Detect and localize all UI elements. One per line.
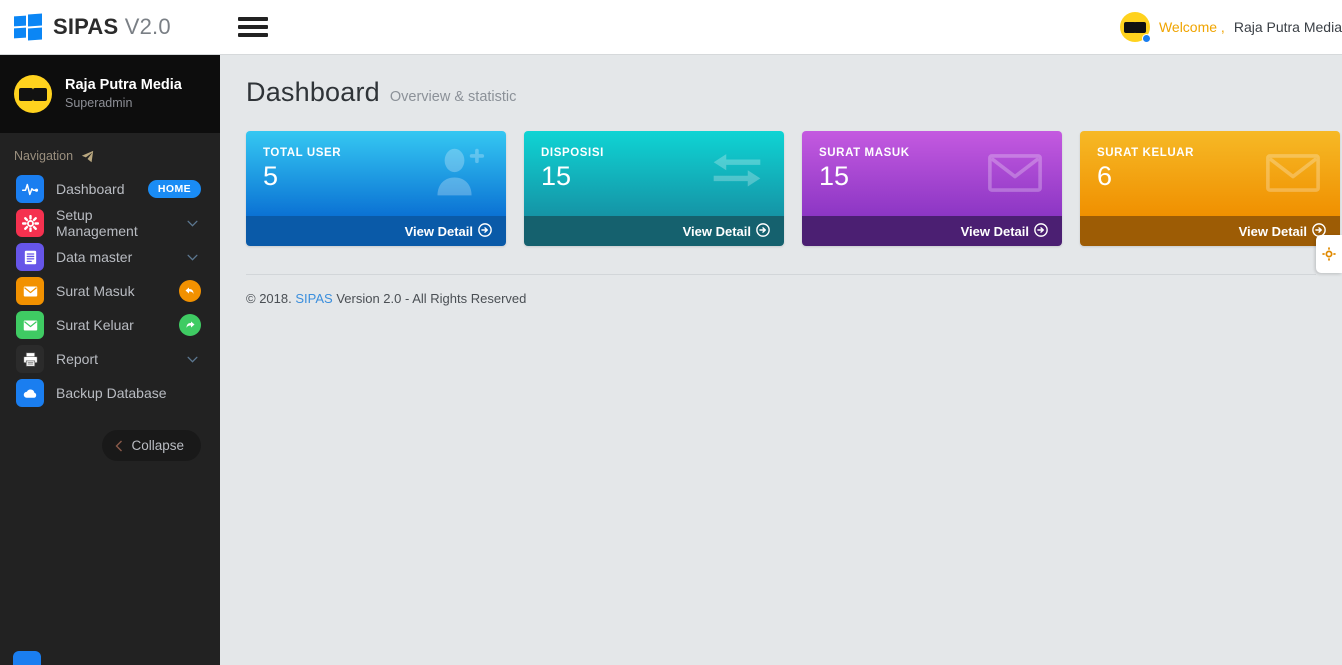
stat-cards-row: TOTAL USER 5 View Detail DISPOSISI 15 Vi…: [220, 108, 1342, 246]
sidebar-item-report[interactable]: Report: [0, 342, 220, 376]
chevron-down-icon: [187, 356, 198, 363]
stat-card-view-detail-button[interactable]: View Detail: [524, 216, 784, 246]
welcome-area[interactable]: Welcome , Raja Putra Media: [1119, 0, 1342, 55]
footer-copyright: © 2018.: [246, 291, 292, 306]
stat-card-link-label: View Detail: [682, 223, 751, 239]
profile-role: Superadmin: [65, 96, 133, 111]
sidebar-item-label: Report: [56, 351, 99, 367]
collapse-button[interactable]: Collapse: [102, 430, 201, 461]
stat-card-view-detail-button[interactable]: View Detail: [246, 216, 506, 246]
sidebar-item-label: Dashboard: [56, 181, 125, 197]
windows-logo-icon: [14, 13, 42, 41]
arrow-circle-right-icon: [756, 222, 770, 240]
brand-name: SIPAS: [53, 14, 119, 39]
welcome-label: Welcome ,: [1158, 19, 1225, 35]
settings-gear-icon[interactable]: [1316, 235, 1342, 273]
stat-card-view-detail-button[interactable]: View Detail: [1080, 216, 1340, 246]
stat-card-link-label: View Detail: [1238, 223, 1307, 239]
stat-card-body: DISPOSISI 15: [524, 131, 784, 216]
stat-card-body: TOTAL USER 5: [246, 131, 506, 216]
page-header: Dashboard Overview & statistic: [220, 55, 1342, 108]
sidebar-item-data-master[interactable]: Data master: [0, 240, 220, 274]
avatar: [1119, 12, 1151, 43]
envelope-icon: [1264, 147, 1322, 199]
footer-link[interactable]: SIPAS: [295, 291, 332, 306]
collapse-area: Collapse: [0, 410, 220, 461]
sidebar-nav-list: Dashboard HOME Setup Management Data master…: [0, 172, 220, 410]
sidebar-item-label: Surat Keluar: [56, 317, 134, 333]
sidebar-item-setup-management[interactable]: Setup Management: [0, 206, 220, 240]
sidebar-item-surat-masuk[interactable]: Surat Masuk: [0, 274, 220, 308]
stat-card-surat-masuk[interactable]: SURAT MASUK 15 View Detail: [802, 131, 1062, 246]
page-footer: © 2018. SIPAS Version 2.0 - All Rights R…: [220, 275, 1342, 306]
sidebar: Raja Putra Media Superadmin Navigation D…: [0, 55, 220, 665]
brand-version: V2.0: [124, 14, 171, 39]
cloud-icon[interactable]: [13, 651, 41, 665]
arrow-circle-right-icon: [478, 222, 492, 240]
chevron-down-icon: [187, 220, 198, 227]
brand-title: SIPAS V2.0: [53, 14, 171, 40]
stat-card-body: SURAT MASUK 15: [802, 131, 1062, 216]
stat-card-link-label: View Detail: [404, 223, 473, 239]
sidebar-item-label: Surat Masuk: [56, 283, 135, 299]
stat-card-link-label: View Detail: [960, 223, 1029, 239]
top-header-bar: SIPAS V2.0 Welcome , Raja Putra Media: [0, 0, 1342, 55]
pulse-icon: [16, 175, 44, 203]
arrow-circle-right-icon: [1034, 222, 1048, 240]
sidebar-item-label: Data master: [56, 249, 133, 265]
cloud-icon: [16, 379, 44, 407]
sidebar-item-surat-keluar[interactable]: Surat Keluar: [0, 308, 220, 342]
sidebar-item-label: Backup Database: [56, 385, 167, 401]
navigation-heading-label: Navigation: [14, 149, 74, 163]
profile-name: Raja Putra Media: [65, 76, 182, 93]
collapse-label: Collapse: [131, 438, 184, 453]
avatar: [14, 75, 52, 113]
page-subtitle: Overview & statistic: [389, 89, 517, 105]
sidebar-profile[interactable]: Raja Putra Media Superadmin: [0, 55, 220, 133]
main-content: Dashboard Overview & statistic TOTAL USE…: [220, 55, 1342, 665]
navigation-heading: Navigation: [0, 133, 220, 172]
envelope-icon: [986, 147, 1044, 199]
sidebar-item-dashboard[interactable]: Dashboard HOME: [0, 172, 220, 206]
paper-plane-icon: [81, 150, 94, 162]
gear-icon: [16, 209, 44, 237]
forward-arrow-icon: [179, 314, 201, 336]
envelope-icon: [16, 277, 44, 305]
user-add-icon: [430, 147, 488, 199]
stat-card-total-user[interactable]: TOTAL USER 5 View Detail: [246, 131, 506, 246]
envelope-icon: [16, 311, 44, 339]
sidebar-item-badge: HOME: [147, 180, 201, 198]
footer-rest: Version 2.0 - All Rights Reserved: [336, 291, 527, 306]
sidebar-item-backup-database[interactable]: Backup Database: [0, 376, 220, 410]
sidebar-item-label: Setup Management: [56, 207, 138, 239]
stat-card-view-detail-button[interactable]: View Detail: [802, 216, 1062, 246]
page-title: Dashboard: [246, 77, 380, 107]
chevron-left-icon: [115, 440, 123, 451]
brand-logo-area[interactable]: SIPAS V2.0: [0, 0, 220, 55]
stat-card-surat-keluar[interactable]: SURAT KELUAR 6 View Detail: [1080, 131, 1340, 246]
stat-card-disposisi[interactable]: DISPOSISI 15 View Detail: [524, 131, 784, 246]
gear-glyph: [1322, 247, 1336, 261]
exchange-arrows-icon: [708, 147, 766, 199]
printer-icon: [16, 345, 44, 373]
hamburger-icon[interactable]: [238, 14, 268, 40]
reply-arrow-icon: [179, 280, 201, 302]
chevron-down-icon: [187, 254, 198, 261]
stat-card-body: SURAT KELUAR 6: [1080, 131, 1340, 216]
welcome-username: Raja Putra Media: [1233, 19, 1342, 35]
document-icon: [16, 243, 44, 271]
